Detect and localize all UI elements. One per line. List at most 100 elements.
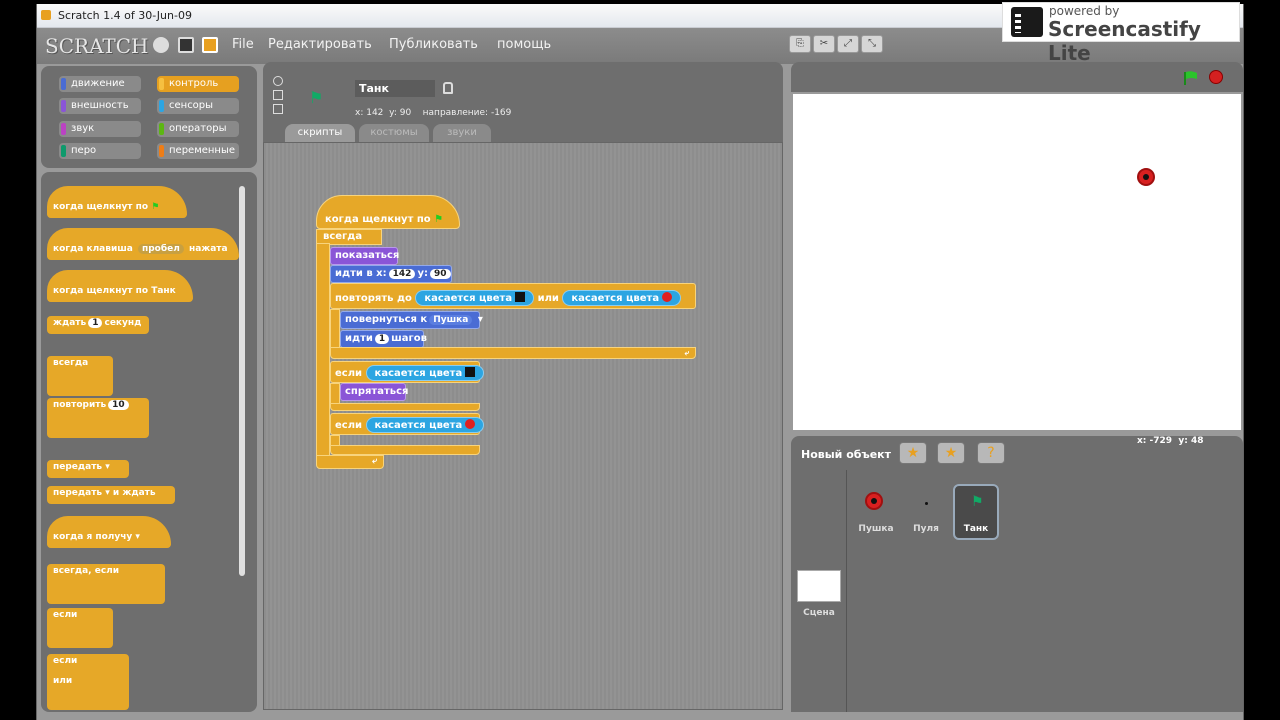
scene-column: Сцена bbox=[791, 470, 847, 712]
script-goto-xy[interactable]: идти в x: 142 y: 90 bbox=[330, 265, 452, 283]
palette-broadcast-and-wait[interactable]: передать ▾ и ждать bbox=[47, 486, 175, 504]
category-label: переменные bbox=[169, 145, 236, 156]
script-show[interactable]: показаться bbox=[330, 247, 399, 265]
script-hide[interactable]: спрятаться bbox=[340, 383, 408, 401]
looks-stripe-icon bbox=[61, 100, 66, 112]
goto-y-input[interactable]: 90 bbox=[429, 269, 451, 279]
globe-icon[interactable] bbox=[153, 37, 169, 53]
save-icon[interactable] bbox=[178, 37, 194, 53]
category-label: контроль bbox=[169, 78, 219, 89]
menu-edit[interactable]: Редактировать bbox=[268, 37, 372, 52]
menu-help[interactable]: помощь bbox=[497, 37, 551, 52]
script-if-1[interactable]: если касается цвета bbox=[330, 361, 485, 383]
palette-if[interactable]: если bbox=[47, 608, 113, 648]
share-icon[interactable] bbox=[202, 37, 218, 53]
move-steps-input[interactable]: 1 bbox=[374, 334, 390, 344]
block-label: если bbox=[53, 656, 78, 666]
sprite-name-field[interactable]: Танк bbox=[355, 80, 435, 97]
color-swatch-black[interactable] bbox=[515, 292, 526, 302]
y-label: y: bbox=[389, 108, 397, 118]
palette-scrollbar[interactable] bbox=[239, 186, 245, 576]
rotate-style-icon[interactable] bbox=[273, 76, 283, 86]
sprite-item-tank[interactable]: ⚑ Танк bbox=[953, 484, 999, 540]
green-flag-button[interactable] bbox=[1183, 70, 1199, 85]
script-repeat-until[interactable]: повторять до касается цвета или касается… bbox=[330, 283, 696, 309]
palette-wait[interactable]: ждать 1 секунд bbox=[47, 316, 149, 334]
menu-share[interactable]: Публиковать bbox=[389, 37, 478, 52]
touching-color-3[interactable]: касается цвета bbox=[365, 365, 485, 381]
touching-color-1[interactable]: касается цвета bbox=[415, 290, 535, 306]
wait-input[interactable]: 1 bbox=[88, 318, 103, 328]
touching-color-4[interactable]: касается цвета bbox=[365, 417, 485, 433]
grow-tool-icon[interactable]: ⤢ bbox=[837, 35, 859, 53]
point-target-dropdown[interactable]: Пушка bbox=[429, 315, 473, 325]
stop-button[interactable] bbox=[1209, 70, 1223, 84]
color-swatch-red[interactable] bbox=[465, 419, 476, 429]
no-rotate-icon[interactable] bbox=[273, 104, 283, 114]
cut-tool-icon[interactable]: ✂ bbox=[813, 35, 835, 53]
block-label: всегда, если bbox=[53, 566, 120, 576]
palette-when-sprite-clicked[interactable]: когда щелкнут по Танк bbox=[47, 270, 193, 302]
cannon-sprite-on-stage[interactable] bbox=[1137, 168, 1155, 186]
choose-sprite-icon[interactable]: ★ bbox=[937, 442, 965, 464]
paint-sprite-icon[interactable]: ★ bbox=[899, 442, 927, 464]
sprite-item-cannon[interactable]: Пушка bbox=[853, 484, 899, 540]
block-label: касается цвета bbox=[571, 293, 660, 304]
script-point-towards[interactable]: повернуться к Пушка ▾ bbox=[340, 311, 483, 329]
touching-color-2[interactable]: касается цвета bbox=[562, 290, 682, 306]
y-value: 48 bbox=[1190, 436, 1204, 446]
palette-if-else[interactable]: если или bbox=[47, 654, 129, 710]
palette-broadcast[interactable]: передать ▾ bbox=[47, 460, 129, 478]
palette-when-flag-clicked[interactable]: когда щелкнут по ⚑ bbox=[47, 186, 187, 218]
sprite-item-bullet[interactable]: Пуля bbox=[903, 484, 949, 540]
category-variables[interactable]: переменные bbox=[157, 143, 239, 159]
category-control[interactable]: контроль bbox=[157, 76, 239, 92]
menu-file[interactable]: File bbox=[232, 37, 254, 52]
y-value: 90 bbox=[399, 108, 412, 118]
film-icon bbox=[1011, 7, 1043, 37]
pen-stripe-icon bbox=[61, 145, 66, 157]
category-looks[interactable]: внешность bbox=[59, 98, 141, 114]
script-move-steps[interactable]: идти 1 шагов bbox=[340, 330, 427, 348]
palette-forever[interactable]: всегда bbox=[47, 356, 113, 396]
tab-sounds[interactable]: звуки bbox=[433, 124, 491, 142]
block-label: передать bbox=[53, 462, 103, 472]
category-operators[interactable]: операторы bbox=[157, 121, 239, 137]
scene-label: Сцена bbox=[803, 608, 835, 618]
random-sprite-icon[interactable]: ? bbox=[977, 442, 1005, 464]
lock-icon[interactable] bbox=[443, 82, 453, 94]
palette-repeat[interactable]: повторить 10 bbox=[47, 398, 149, 438]
category-sensing[interactable]: сенсоры bbox=[157, 98, 239, 114]
script-if-2[interactable]: если касается цвета bbox=[330, 413, 485, 435]
category-sound[interactable]: звук bbox=[59, 121, 141, 137]
palette-when-i-receive[interactable]: когда я получу ▾ bbox=[47, 516, 171, 548]
palette-when-key-pressed[interactable]: когда клавиша пробел нажата bbox=[47, 228, 239, 260]
color-swatch-red[interactable] bbox=[662, 292, 673, 302]
shrink-tool-icon[interactable]: ⤡ bbox=[861, 35, 883, 53]
tab-costumes[interactable]: костюмы bbox=[359, 124, 429, 142]
block-label: и ждать bbox=[112, 488, 156, 498]
sound-stripe-icon bbox=[61, 123, 66, 135]
category-pen[interactable]: перо bbox=[59, 143, 141, 159]
palette-forever-if[interactable]: всегда, если bbox=[47, 564, 165, 604]
color-swatch-black[interactable] bbox=[465, 367, 476, 377]
scene-thumbnail[interactable] bbox=[797, 570, 841, 602]
flip-style-icon[interactable] bbox=[273, 90, 283, 100]
tab-scripts[interactable]: скрипты bbox=[285, 124, 355, 142]
direction-label: направление: bbox=[422, 108, 489, 118]
block-label: повторять до bbox=[335, 293, 412, 304]
key-dropdown[interactable]: пробел bbox=[138, 244, 184, 254]
repeat-input[interactable]: 10 bbox=[108, 400, 129, 410]
operators-stripe-icon bbox=[159, 123, 164, 135]
script-when-flag-clicked[interactable]: когда щелкнут по ⚑ bbox=[316, 195, 460, 229]
duplicate-tool-icon[interactable]: ⎘ bbox=[789, 35, 811, 53]
script-area[interactable]: когда щелкнут по ⚑ всегда ⤶ показаться и… bbox=[263, 142, 783, 710]
sprites-pane: Сцена Пушка Пуля ⚑ Танк bbox=[791, 470, 1243, 712]
category-motion[interactable]: движение bbox=[59, 76, 141, 92]
block-label: или bbox=[53, 676, 73, 686]
forever-bottom: ⤶ bbox=[316, 455, 384, 469]
stage-canvas[interactable] bbox=[793, 94, 1241, 430]
block-label: всегда bbox=[323, 231, 363, 242]
block-label: повернуться к bbox=[345, 314, 428, 325]
goto-x-input[interactable]: 142 bbox=[388, 269, 416, 279]
